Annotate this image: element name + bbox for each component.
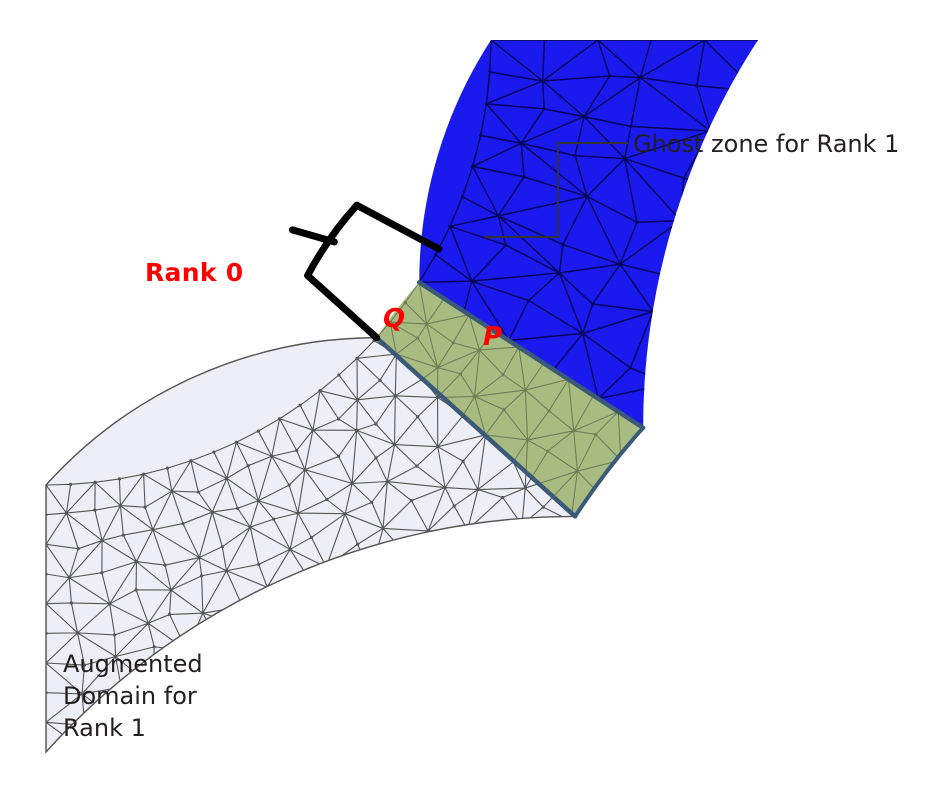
figure-canvas: Rank 0 Rank 1 Q P Ghost zone for Rank 1 …: [0, 0, 928, 802]
mesh-partition-diagram: Rank 0 Rank 1 Q P Ghost zone for Rank 1 …: [45, 40, 899, 754]
rank1-label: Rank 1: [408, 592, 506, 621]
augmented-domain-label-line3: Rank 1: [63, 714, 146, 742]
ghost-zone-label: Ghost zone for Rank 1: [633, 130, 899, 158]
point-p-label: P: [483, 322, 502, 352]
augmented-domain-label-line2: Domain for: [63, 682, 197, 710]
rank0-label: Rank 0: [145, 258, 243, 287]
point-q-label: Q: [383, 304, 405, 334]
augmented-domain-label-line1: Augmented: [63, 650, 203, 678]
